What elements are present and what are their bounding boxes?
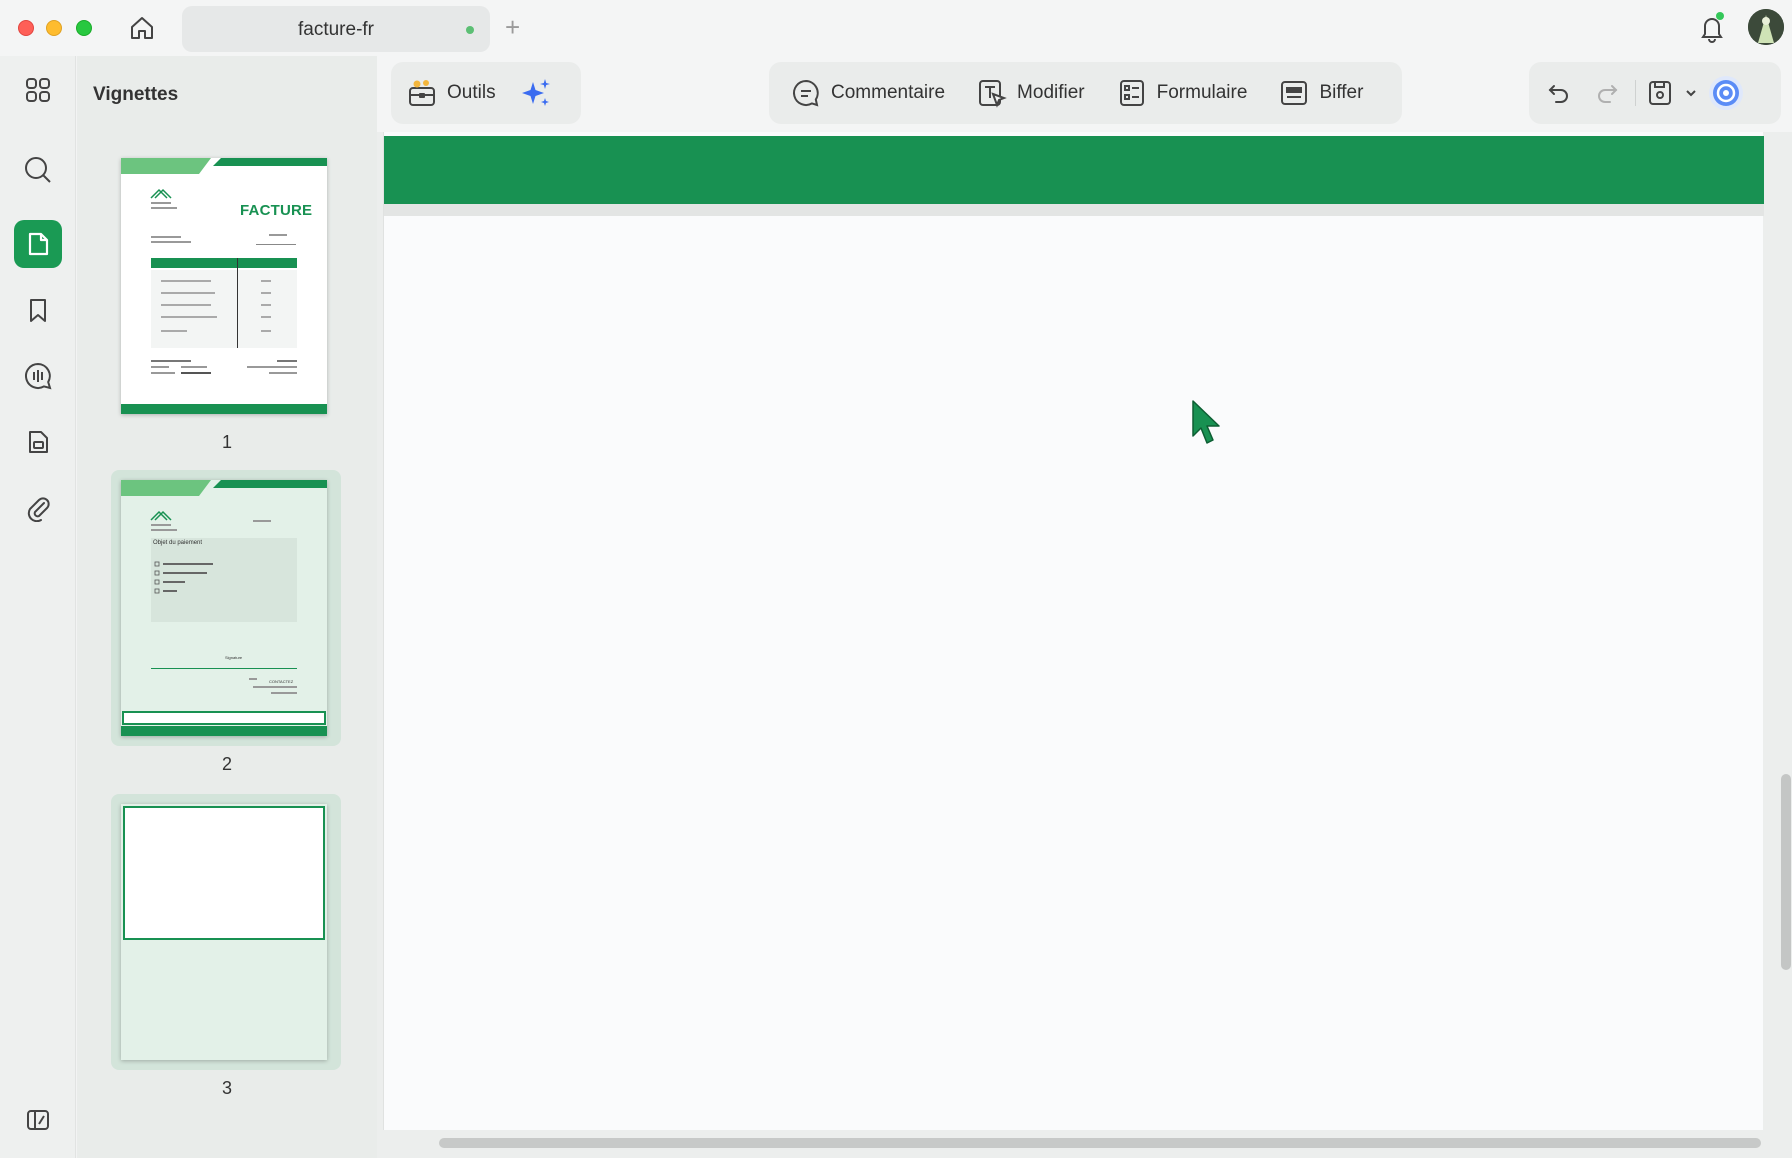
close-window-button[interactable]: [18, 20, 34, 36]
vertical-scrollbar[interactable]: [1777, 132, 1792, 1130]
thumbnail-page-2[interactable]: Objet du paiement Signature CONTACTEZ: [111, 470, 341, 746]
thumbnail-page-3[interactable]: [111, 794, 341, 1070]
redact-icon: [1281, 81, 1308, 105]
thumbnail-1-number: 1: [221, 432, 232, 452]
thumbnail-3-number: 3: [221, 1078, 232, 1098]
page-header-band: [384, 136, 1764, 216]
bookmark-icon: [30, 299, 46, 322]
rail-thumbnails-button[interactable]: [14, 220, 62, 268]
paperclip-icon: [27, 497, 50, 522]
comment-icon: [793, 79, 819, 107]
thumbnail-1-preview: FACTURE: [121, 158, 327, 414]
left-rail: [0, 56, 76, 1158]
search-icon: [25, 157, 51, 183]
rail-bookmarks-button[interactable]: [14, 286, 62, 334]
rail-search-button[interactable]: [14, 146, 62, 194]
invoice-preview-graphic: [121, 158, 327, 414]
grid-icon: [26, 78, 50, 102]
thumbnail-page-1[interactable]: FACTURE: [111, 148, 341, 428]
mouse-cursor-icon: [1192, 400, 1220, 444]
document-tab[interactable]: facture-fr: [182, 6, 490, 52]
panel-title: Vignettes: [93, 84, 179, 105]
thumbnail-2-preview: Objet du paiement Signature CONTACTEZ: [121, 480, 327, 736]
form-icon: [1119, 80, 1144, 106]
vertical-scrollbar-thumb[interactable]: [1781, 774, 1791, 970]
toolbar-divider: [1635, 80, 1636, 106]
redact-mode-button[interactable]: Biffer: [1263, 69, 1379, 117]
title-bar: facture-fr +: [0, 0, 1792, 56]
document-view[interactable]: [377, 132, 1792, 1158]
rail-pages-button[interactable]: [14, 418, 62, 466]
save-options-dropdown[interactable]: [1680, 69, 1702, 117]
home-icon: [131, 17, 153, 39]
thumbnail-2-signature-label: Signature: [225, 655, 243, 660]
page-organize-icon: [29, 431, 48, 453]
toolbox-icon: [409, 80, 435, 106]
thumbnail-3-preview: [121, 804, 327, 1060]
app-window: facture-fr + Vignettes FACTURE 1 Objet d…: [0, 0, 1792, 1158]
rail-collapse-button[interactable]: [14, 1096, 62, 1144]
rail-apps-button[interactable]: [14, 66, 62, 114]
thumbnail-2-contact-label: CONTACTEZ: [269, 679, 294, 684]
user-avatar[interactable]: [1748, 9, 1784, 45]
edit-mode-button[interactable]: Modifier: [961, 69, 1101, 117]
document-page[interactable]: [383, 132, 1764, 1130]
undo-button[interactable]: [1535, 69, 1583, 117]
save-button[interactable]: [1640, 69, 1680, 117]
thumbnail-1-heading: FACTURE: [240, 202, 313, 219]
tools-label: Outils: [447, 82, 496, 103]
form-mode-button[interactable]: Formulaire: [1101, 69, 1264, 117]
save-icon: [1649, 81, 1671, 105]
rail-attachments-button[interactable]: [14, 484, 62, 532]
tools-button[interactable]: Outils: [391, 69, 512, 117]
horizontal-scrollbar-thumb[interactable]: [439, 1138, 1761, 1148]
form-label: Formulaire: [1156, 82, 1248, 103]
thumbnails-panel: Vignettes FACTURE 1 Objet du paiement Si…: [77, 56, 377, 1158]
edit-modes-group: Commentaire Modifier Formulaire Biffer: [769, 62, 1402, 124]
new-tab-button[interactable]: +: [505, 12, 520, 42]
redo-icon: [1598, 85, 1618, 103]
rail-comments-button[interactable]: [14, 352, 62, 400]
chevron-down-icon: [1686, 90, 1696, 97]
unsaved-indicator: [466, 26, 474, 34]
tab-title: facture-fr: [297, 19, 375, 40]
history-group: [1529, 62, 1781, 124]
thumbnail-3-frame: [123, 806, 325, 940]
text-edit-icon: [979, 80, 1007, 108]
notification-dot: [1716, 12, 1724, 20]
sparkle-icon: [521, 79, 550, 106]
comment-bubble-icon: [25, 362, 52, 390]
page-thumbnail-icon: [28, 232, 49, 256]
home-button[interactable]: [124, 10, 160, 46]
thumbnail-2-section-title: Objet du paiement: [153, 540, 203, 546]
thumbnail-2-number: 2: [221, 754, 232, 774]
comment-mode-button[interactable]: Commentaire: [775, 69, 961, 117]
tools-group: Outils: [391, 62, 581, 124]
ai-chat-button[interactable]: [1702, 69, 1750, 117]
redo-button[interactable]: [1583, 69, 1631, 117]
ai-orb-icon: [1709, 76, 1743, 110]
minimize-window-button[interactable]: [46, 20, 62, 36]
toolbar: Outils Commentaire Modifier Formulaire B…: [377, 56, 1792, 132]
comment-label: Commentaire: [831, 82, 946, 103]
sidebar-toggle-icon: [27, 1110, 49, 1130]
redact-label: Biffer: [1319, 82, 1364, 103]
edit-label: Modifier: [1017, 82, 1085, 103]
payment-page-graphic: [121, 480, 327, 736]
ai-assistant-button[interactable]: [512, 69, 560, 117]
zoom-window-button[interactable]: [76, 20, 92, 36]
undo-icon: [1548, 85, 1568, 103]
avatar-image: [1748, 9, 1784, 45]
